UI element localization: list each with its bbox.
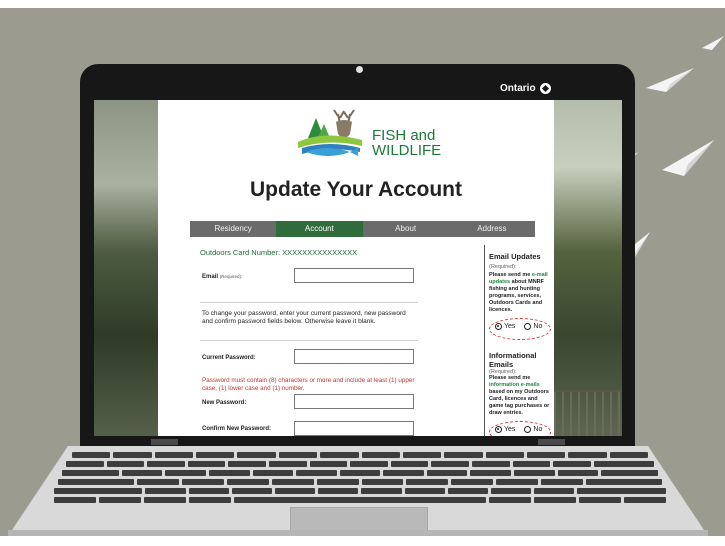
email-field[interactable] xyxy=(294,268,414,283)
paper-plane-icon xyxy=(662,140,714,176)
ontario-logo-icon xyxy=(539,83,551,94)
card-number-value: XXXXXXXXXXXXXXX xyxy=(282,248,358,257)
email-required-text: (Required): xyxy=(219,274,243,279)
divider xyxy=(200,340,418,341)
current-password-field[interactable] xyxy=(294,349,414,364)
deer-fish-emblem-icon xyxy=(298,109,362,156)
informational-emails-text: based on my Outdoors Card, licences and … xyxy=(489,389,550,416)
email-label-text: Email xyxy=(202,274,219,280)
paper-plane-icon xyxy=(646,68,694,92)
informational-emails-title: Informational Emails xyxy=(489,351,553,369)
email-updates-radio-group: Yes No xyxy=(489,318,553,340)
account-tabs: Residency Account About Address xyxy=(190,221,535,237)
background-top xyxy=(0,0,725,8)
laptop-screen: FISH and WILDLIFE Update Your Account Re… xyxy=(94,100,622,436)
email-updates-required: (Required): xyxy=(489,264,517,270)
logo-line1: FISH and xyxy=(372,127,436,144)
background-bottom xyxy=(0,536,725,546)
webcam xyxy=(356,66,363,73)
keyboard xyxy=(54,452,666,510)
email-preferences: Email Updates (Required): Please send me… xyxy=(489,240,553,436)
email-updates-section: Email Updates (Required): Please send me… xyxy=(489,252,553,340)
confirm-password-field[interactable] xyxy=(294,421,414,436)
outdoors-card-number: Outdoors Card Number: XXXXXXXXXXXXXXX xyxy=(200,248,357,257)
informational-emails-link[interactable]: information e-mails xyxy=(489,382,540,388)
confirm-password-label: Confirm New Password: xyxy=(202,426,272,432)
new-password-label: New Password: xyxy=(202,400,247,406)
email-updates-title-text: Email Updates xyxy=(489,252,541,261)
logo-wordmark: FISH and WILDLIFE xyxy=(372,128,441,158)
informational-emails-section: Informational Emails (Required): Please … xyxy=(489,351,553,436)
tab-address[interactable]: Address xyxy=(448,221,535,237)
hinge-left xyxy=(151,439,178,445)
background-railing xyxy=(554,390,622,436)
radio-selected-icon xyxy=(495,323,502,330)
informational-emails-radio-group: Yes No xyxy=(489,421,553,436)
current-password-label: Current Password: xyxy=(202,355,256,361)
informational-emails-description: Please send me information e-mails based… xyxy=(489,375,553,417)
informational-emails-text: Please send me xyxy=(489,375,531,381)
fish-and-wildlife-logo[interactable]: FISH and WILDLIFE xyxy=(288,108,441,160)
divider xyxy=(200,302,418,303)
background-forest-left xyxy=(94,100,158,436)
email-updates-title: Email Updates (Required): xyxy=(489,252,553,272)
web-page: FISH and WILDLIFE Update Your Account Re… xyxy=(158,100,554,436)
email-updates-description: Please send me e-mail updates about MNRF… xyxy=(489,272,553,314)
password-help-text: To change your password, enter your curr… xyxy=(202,310,406,325)
column-divider xyxy=(484,245,485,436)
tab-about[interactable]: About xyxy=(362,221,449,237)
password-rule-text: Password must contain (8) characters or … xyxy=(202,377,415,392)
new-password-field[interactable] xyxy=(294,394,414,409)
ontario-brand: Ontario xyxy=(500,83,551,94)
email-label: Email (Required): xyxy=(202,274,242,280)
tab-account[interactable]: Account xyxy=(276,221,363,237)
hinge-right xyxy=(538,439,565,445)
radio-selected-icon xyxy=(495,426,502,433)
paper-plane-icon xyxy=(702,36,724,50)
ontario-label: Ontario xyxy=(500,83,536,94)
informational-emails-title-text: Informational Emails xyxy=(489,351,537,369)
card-number-label: Outdoors Card Number: xyxy=(200,248,281,257)
page-title: Update Your Account xyxy=(250,178,462,201)
tab-residency[interactable]: Residency xyxy=(190,221,277,237)
email-updates-text: Please send me xyxy=(489,272,532,278)
logo-line2: WILDLIFE xyxy=(372,142,442,159)
background-forest-right xyxy=(554,100,622,436)
